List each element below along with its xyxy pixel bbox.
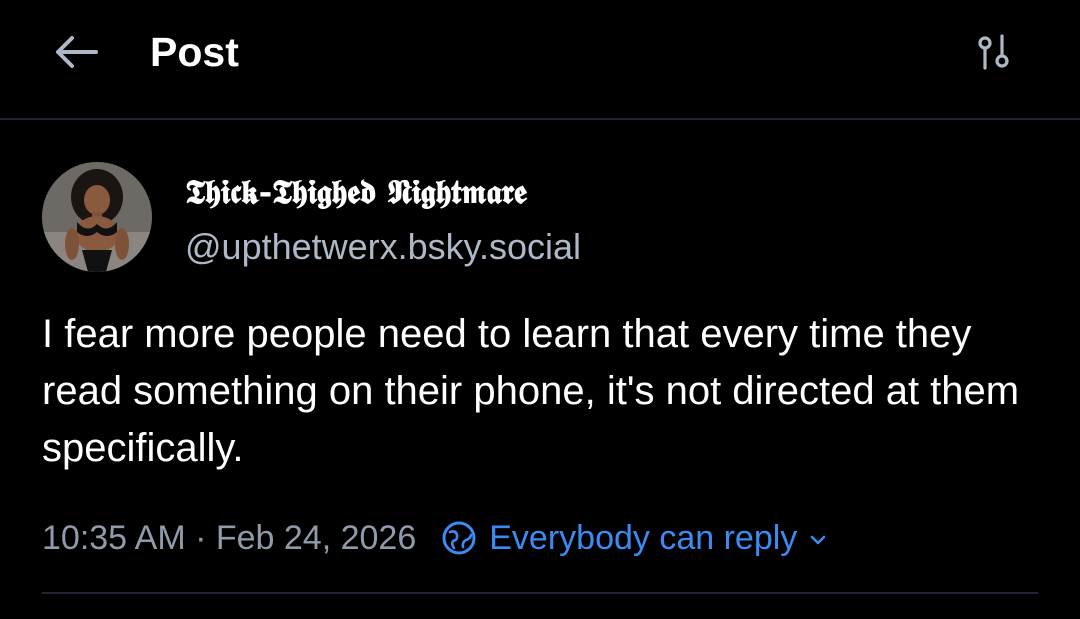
divider bbox=[42, 592, 1038, 594]
author-handle[interactable]: @upthetwerx.bsky.social bbox=[185, 225, 581, 269]
sliders-icon bbox=[978, 34, 1009, 70]
avatar-image bbox=[42, 162, 152, 272]
post-meta: 10:35 AM · Feb 24, 2026 Everybody can re… bbox=[42, 512, 829, 564]
arrow-left-icon bbox=[56, 36, 98, 68]
author-display-name[interactable]: 𝕿𝖍𝖎𝖈𝖐-𝕿𝖍𝖎𝖌𝖍𝖊𝖉 𝕹𝖎𝖌𝖍𝖙𝖒𝖆𝖗𝖊 bbox=[185, 170, 527, 214]
post-timestamp: 10:35 AM · Feb 24, 2026 bbox=[42, 519, 417, 557]
globe-icon bbox=[442, 521, 476, 555]
reply-settings-label: Everybody can reply bbox=[489, 519, 798, 557]
back-button[interactable] bbox=[44, 28, 108, 76]
reply-settings-button[interactable]: Everybody can reply bbox=[441, 512, 829, 564]
thread-settings-button[interactable] bbox=[966, 28, 1022, 76]
post-header: Post bbox=[0, 0, 1080, 120]
post-text: I fear more people need to learn that ev… bbox=[42, 312, 1020, 470]
chevron-down-icon bbox=[810, 535, 826, 544]
avatar[interactable] bbox=[42, 162, 152, 272]
page-title: Post bbox=[150, 29, 239, 75]
